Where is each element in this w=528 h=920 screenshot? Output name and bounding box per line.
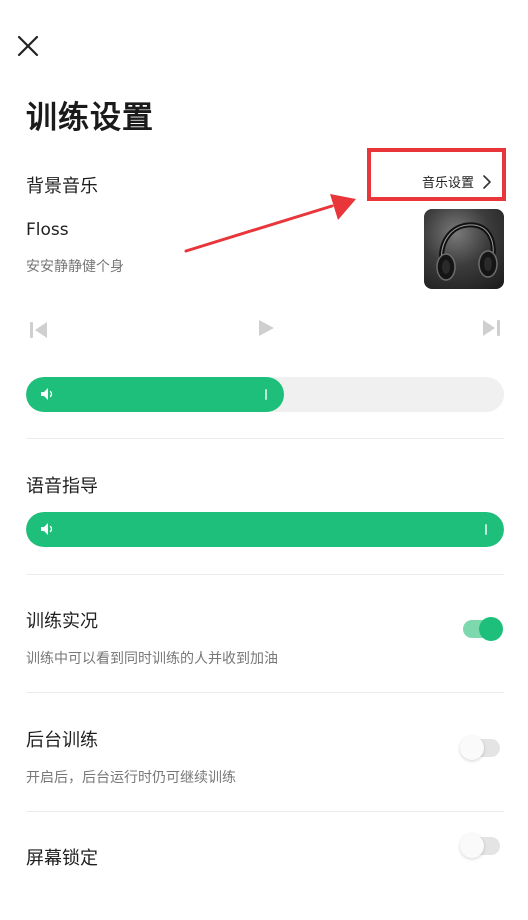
volume-icon [41, 523, 53, 535]
headphones-photo [436, 222, 498, 281]
previous-track-button[interactable] [28, 320, 50, 344]
voice-guidance-label: 语音指导 [26, 476, 98, 497]
track-artist: 安安静静健个身 [26, 259, 124, 275]
divider [26, 438, 504, 439]
background-training-label: 后台训练 [26, 730, 98, 751]
music-volume-slider[interactable] [26, 377, 504, 412]
voice-volume-thumb[interactable] [485, 524, 487, 535]
divider [26, 574, 504, 575]
screen-lock-toggle[interactable] [460, 834, 500, 858]
play-button[interactable] [256, 318, 276, 342]
toggle-knob [479, 617, 503, 641]
voice-volume-fill [26, 512, 504, 547]
live-training-toggle[interactable] [463, 617, 503, 641]
divider [26, 811, 504, 812]
track-title: Floss [26, 220, 69, 240]
toggle-knob [460, 834, 484, 858]
volume-icon [41, 388, 53, 400]
voice-volume-slider[interactable] [26, 512, 504, 547]
album-art[interactable] [424, 209, 504, 289]
background-training-toggle[interactable] [460, 736, 500, 760]
annotation-arrow [184, 194, 356, 253]
live-training-label: 训练实况 [26, 611, 98, 632]
music-volume-fill [26, 377, 284, 412]
training-settings-page: 训练设置 背景音乐 音乐设置 Floss 安安静静健个身 语音指导 训练实况 训… [0, 0, 528, 920]
close-icon [17, 35, 39, 57]
close-button[interactable] [14, 32, 42, 60]
background-music-label: 背景音乐 [26, 176, 98, 197]
divider [26, 692, 504, 693]
next-icon [483, 320, 500, 336]
previous-icon [30, 322, 47, 338]
play-icon [259, 320, 274, 336]
screen-lock-label: 屏幕锁定 [26, 848, 98, 869]
page-title: 训练设置 [26, 100, 154, 136]
music-volume-thumb[interactable] [265, 389, 267, 400]
live-training-description: 训练中可以看到同时训练的人并收到加油 [26, 651, 278, 667]
annotation-highlight-box [367, 148, 506, 201]
next-track-button[interactable] [480, 318, 502, 342]
toggle-knob [460, 736, 484, 760]
background-training-description: 开启后，后台运行时仍可继续训练 [26, 770, 236, 786]
